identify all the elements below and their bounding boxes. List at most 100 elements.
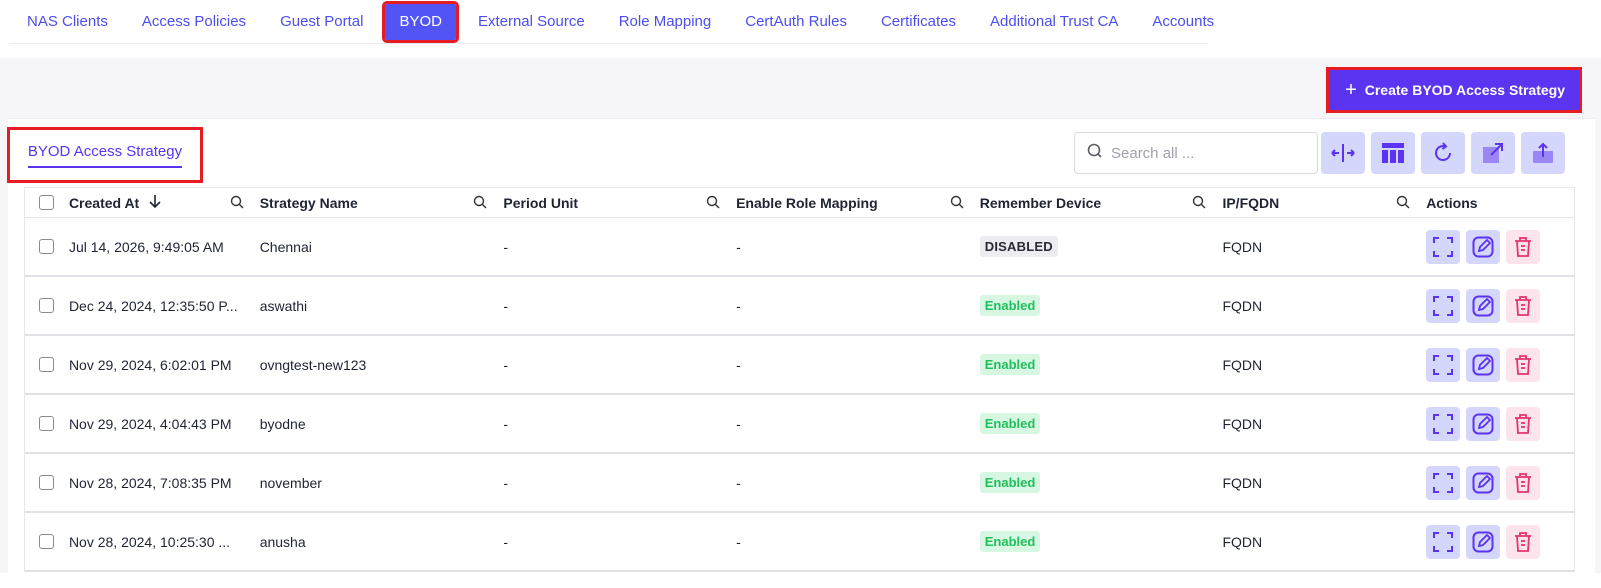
cell-remember-device: DISABLED xyxy=(979,218,1223,275)
cell-created-at: Nov 28, 2024, 7:08:35 PM xyxy=(68,474,232,491)
tab-access-policies[interactable]: Access Policies xyxy=(125,4,263,40)
header-strategy-name[interactable]: Strategy Name xyxy=(260,188,504,217)
cell-period-unit: - xyxy=(503,238,509,255)
edit-icon[interactable] xyxy=(1466,229,1501,264)
cell-period-unit: - xyxy=(503,297,509,314)
row-checkbox[interactable] xyxy=(39,416,55,431)
cell-enable-role-mapping: - xyxy=(736,415,741,432)
edit-icon[interactable] xyxy=(1466,524,1501,559)
table-layout-icon[interactable] xyxy=(1371,132,1415,174)
cell-actions xyxy=(1426,513,1574,570)
cell-actions xyxy=(1426,395,1574,452)
search-icon[interactable] xyxy=(706,195,720,212)
delete-icon[interactable] xyxy=(1506,524,1541,559)
table-body: Jul 14, 2026, 9:49:05 AM Chennai - - DISABLE… xyxy=(25,218,1574,572)
cell-created-at: Jul 14, 2026, 9:49:05 AM xyxy=(68,238,224,255)
export-icon[interactable] xyxy=(1471,132,1515,174)
cell-remember-device: Enabled xyxy=(979,277,1223,334)
search-icon[interactable] xyxy=(473,195,487,212)
header-strategy-name-label: Strategy Name xyxy=(259,194,358,211)
expand-icon[interactable] xyxy=(1426,406,1461,441)
tab-byod[interactable]: BYOD xyxy=(382,0,459,43)
edit-icon[interactable] xyxy=(1466,347,1501,382)
edit-icon[interactable] xyxy=(1466,406,1501,441)
row-checkbox[interactable] xyxy=(39,298,55,313)
header-created-at-label: Created At xyxy=(68,194,140,211)
tab-certificates[interactable]: Certificates xyxy=(864,4,973,40)
edit-icon[interactable] xyxy=(1466,288,1501,323)
top-navigation: NAS Clients Access Policies Guest Portal… xyxy=(10,0,1214,44)
tab-nas-clients[interactable]: NAS Clients xyxy=(10,4,125,40)
header-actions-label: Actions xyxy=(1426,194,1478,211)
row-select-cell xyxy=(25,513,69,570)
page-content: + Create BYOD Access Strategy BYOD Acces… xyxy=(0,58,1601,588)
search-icon[interactable] xyxy=(1396,195,1410,212)
cell-created-at: Nov 29, 2024, 6:02:01 PM xyxy=(68,356,232,373)
cell-remember-device: Enabled xyxy=(979,513,1223,570)
select-all-checkbox[interactable] xyxy=(39,195,55,210)
cell-strategy-name: aswathi xyxy=(259,297,308,314)
cell-enable-role-mapping: - xyxy=(736,238,741,255)
search-icon[interactable] xyxy=(1192,195,1206,212)
header-ip-fqdn-label: IP/FQDN xyxy=(1222,194,1280,211)
refresh-icon[interactable] xyxy=(1421,132,1465,174)
cell-remember-device: Enabled xyxy=(979,336,1223,393)
cell-actions xyxy=(1426,277,1574,334)
cell-actions xyxy=(1426,218,1574,275)
tab-role-mapping[interactable]: Role Mapping xyxy=(602,4,729,40)
row-checkbox[interactable] xyxy=(39,239,55,254)
expand-icon[interactable] xyxy=(1426,465,1461,500)
row-select-cell xyxy=(25,336,69,393)
header-created-at[interactable]: Created At xyxy=(69,188,260,217)
cell-ip-fqdn: FQDN xyxy=(1222,238,1263,255)
cell-created-at: Nov 28, 2024, 10:25:30 ... xyxy=(68,533,231,550)
delete-icon[interactable] xyxy=(1506,465,1541,500)
row-checkbox[interactable] xyxy=(39,534,55,549)
expand-icon[interactable] xyxy=(1426,288,1461,323)
header-enable-role-mapping[interactable]: Enable Role Mapping xyxy=(736,188,980,217)
table-row: Nov 28, 2024, 7:08:35 PM november - - Enable… xyxy=(25,454,1574,513)
delete-icon[interactable] xyxy=(1506,229,1541,264)
cell-ip-fqdn: FQDN xyxy=(1222,297,1263,314)
status-badge: DISABLED xyxy=(979,236,1058,257)
tab-external-source[interactable]: External Source xyxy=(461,4,602,40)
cell-period-unit: - xyxy=(503,415,509,432)
edit-icon[interactable] xyxy=(1466,465,1501,500)
expand-icon[interactable] xyxy=(1426,229,1461,264)
tab-guest-portal[interactable]: Guest Portal xyxy=(263,4,380,40)
plus-icon: + xyxy=(1345,79,1357,101)
search-icon[interactable] xyxy=(230,195,244,212)
header-actions: Actions xyxy=(1426,188,1574,217)
cell-strategy-name: anusha xyxy=(259,533,306,550)
expand-icon[interactable] xyxy=(1426,524,1461,559)
create-byod-strategy-button[interactable]: + Create BYOD Access Strategy xyxy=(1326,67,1582,113)
tab-certauth-rules[interactable]: CertAuth Rules xyxy=(728,4,864,40)
table-row: Dec 24, 2024, 12:35:50 P... aswathi - - Enab… xyxy=(25,277,1574,336)
status-badge: Enabled xyxy=(979,472,1041,493)
delete-icon[interactable] xyxy=(1506,347,1541,382)
row-checkbox[interactable] xyxy=(39,475,55,490)
subtab-byod-access-strategy[interactable]: BYOD Access Strategy xyxy=(27,143,183,168)
expand-icon[interactable] xyxy=(1426,347,1461,382)
column-resize-icon[interactable] xyxy=(1321,132,1365,174)
cell-strategy-name: november xyxy=(259,474,322,491)
delete-icon[interactable] xyxy=(1506,406,1541,441)
delete-icon[interactable] xyxy=(1506,288,1541,323)
tab-accounts[interactable]: Accounts xyxy=(1135,4,1231,40)
row-select-cell xyxy=(25,218,69,275)
header-remember-device[interactable]: Remember Device xyxy=(980,188,1223,217)
row-checkbox[interactable] xyxy=(39,357,55,372)
row-select-cell xyxy=(25,454,69,511)
sort-desc-icon[interactable] xyxy=(149,194,161,211)
upload-icon[interactable] xyxy=(1521,132,1565,174)
header-period-unit-label: Period Unit xyxy=(503,194,579,211)
tab-additional-trust-ca[interactable]: Additional Trust CA xyxy=(973,4,1135,40)
header-ip-fqdn[interactable]: IP/FQDN xyxy=(1222,188,1426,217)
cell-created-at: Dec 24, 2024, 12:35:50 P... xyxy=(68,297,238,314)
cell-ip-fqdn: FQDN xyxy=(1222,356,1263,373)
search-input[interactable] xyxy=(1111,144,1301,162)
header-period-unit[interactable]: Period Unit xyxy=(503,188,736,217)
search-icon[interactable] xyxy=(950,195,964,212)
cell-actions xyxy=(1426,336,1574,393)
cell-enable-role-mapping: - xyxy=(736,356,741,373)
